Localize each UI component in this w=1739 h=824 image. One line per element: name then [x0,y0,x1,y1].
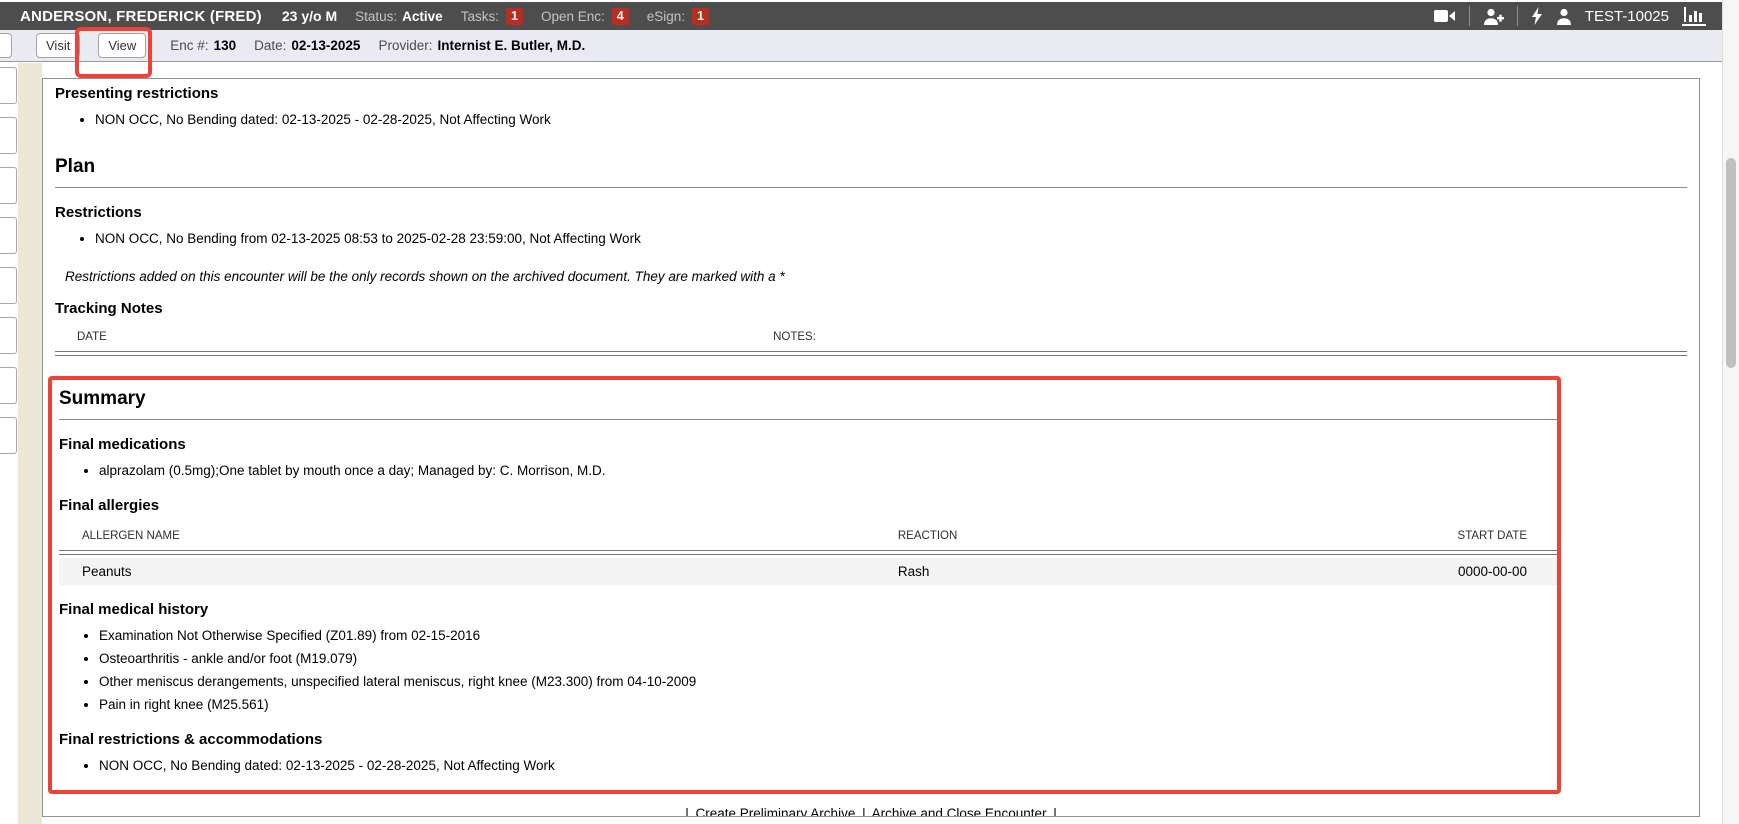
final-restrictions-heading: Final restrictions & accommodations [59,731,1557,748]
double-rule [59,550,1557,555]
separator: | [685,806,689,817]
separator: | [1053,806,1057,817]
separator: | [862,806,866,817]
list-item: Other meniscus derangements, unspecified… [99,671,1557,692]
final-medical-history-list: Examination Not Otherwise Specified (Z01… [59,625,1557,715]
user-id[interactable]: TEST-10025 [1585,8,1669,25]
video-camera-icon[interactable] [1434,8,1456,24]
tasks-count-badge[interactable]: 1 [506,8,523,25]
tab-stub[interactable] [0,67,17,104]
tracking-notes-header-row: DATE NOTES: [55,331,1687,351]
vertical-scrollbar[interactable] [1722,0,1739,824]
tab-stub[interactable] [0,117,17,154]
lightning-icon[interactable] [1531,7,1543,25]
provider-value: Internist E. Butler, M.D. [437,38,585,53]
esign-count-badge[interactable]: 1 [692,8,709,25]
patient-age-sex: 23 y/o M [282,8,337,24]
esign-label: eSign: [647,9,685,24]
tasks-label: Tasks: [461,9,499,24]
plan-heading: Plan [55,156,1687,188]
list-item: Pain in right knee (M25.561) [99,694,1557,715]
allergen-name-cell: Peanuts [59,564,898,579]
left-tab-stubs [0,63,18,824]
patient-name: ANDERSON, FREDERICK (FRED) [20,8,262,25]
list-item: NON OCC, No Bending dated: 02-13-2025 - … [95,109,1687,130]
list-item: Examination Not Otherwise Specified (Z01… [99,625,1557,646]
final-restrictions-list: NON OCC, No Bending dated: 02-13-2025 - … [59,755,1557,776]
restrictions-list: NON OCC, No Bending from 02-13-2025 08:5… [55,228,1687,249]
divider [1469,6,1470,26]
enc-number-value: 130 [214,38,237,53]
double-rule [55,351,1687,356]
final-medications-heading: Final medications [59,436,1557,453]
provider-label: Provider: [378,38,432,53]
status-value: Active [402,9,443,24]
encounter-toolbar: Visit View Enc #: 130 Date: 02-13-2025 P… [0,30,1722,62]
final-medical-history-heading: Final medical history [59,601,1557,618]
start-date-column: START DATE [1387,530,1557,542]
scrollbar-thumb[interactable] [1726,158,1736,368]
encounter-document: Presenting restrictions NON OCC, No Bend… [42,78,1700,817]
date-value: 02-13-2025 [291,38,360,53]
patient-header-bar: ANDERSON, FREDERICK (FRED) 23 y/o M Stat… [0,2,1722,30]
view-button[interactable]: View [98,33,146,58]
reaction-cell: Rash [898,564,1387,579]
left-margin-strip [18,63,42,824]
create-preliminary-archive-link[interactable]: Create Preliminary Archive [696,806,856,817]
archive-and-close-encounter-link[interactable]: Archive and Close Encounter [872,806,1047,817]
tab-stub-button[interactable] [0,33,12,58]
status-label: Status: [355,9,397,24]
list-item: alprazolam (0.5mg);One tablet by mouth o… [99,460,1557,481]
reaction-column: REACTION [898,530,1387,542]
start-date-cell: 0000-00-00 [1387,564,1557,579]
add-person-icon[interactable] [1483,8,1504,25]
enc-number-label: Enc #: [170,38,208,53]
open-enc-count-badge[interactable]: 4 [612,8,629,25]
date-label: Date: [254,38,286,53]
person-icon[interactable] [1556,8,1572,25]
tab-stub[interactable] [0,217,17,254]
open-enc-label: Open Enc: [541,9,605,24]
summary-heading: Summary [59,388,1557,420]
tab-stub[interactable] [0,417,17,454]
tab-stub[interactable] [0,367,17,404]
visit-button[interactable]: Visit [36,33,80,58]
workspace: Presenting restrictions NON OCC, No Bend… [0,63,1722,824]
final-allergies-heading: Final allergies [59,497,1557,514]
tracking-notes-column: NOTES: [773,331,816,343]
list-item: NON OCC, No Bending dated: 02-13-2025 - … [99,755,1557,776]
tab-stub[interactable] [0,317,17,354]
presenting-restrictions-heading: Presenting restrictions [55,85,1687,102]
header-actions-group: TEST-10025 [1434,6,1722,26]
encounter-info: Enc #: 130 Date: 02-13-2025 Provider: In… [170,38,585,53]
list-item: NON OCC, No Bending from 02-13-2025 08:5… [95,228,1687,249]
right-margin-strip [1700,63,1722,824]
tab-stub[interactable] [0,267,17,304]
summary-highlight-annotation: Summary Final medications alprazolam (0.… [48,376,1561,794]
bar-chart-icon[interactable] [1682,7,1706,26]
allergies-header-row: ALLERGEN NAME REACTION START DATE [59,530,1557,550]
patient-summary-group: ANDERSON, FREDERICK (FRED) 23 y/o M Stat… [0,8,709,25]
final-medications-list: alprazolam (0.5mg);One tablet by mouth o… [59,460,1557,481]
restrictions-heading: Restrictions [55,204,1687,221]
tab-stub[interactable] [0,167,17,204]
allergen-name-column: ALLERGEN NAME [59,530,898,542]
tracking-notes-heading: Tracking Notes [55,300,1687,317]
restrictions-note: Restrictions added on this encounter wil… [65,269,1687,284]
table-row: Peanuts Rash 0000-00-00 [59,558,1557,585]
divider [1517,6,1518,26]
list-item: Osteoarthritis - ankle and/or foot (M19.… [99,648,1557,669]
tracking-date-column: DATE [77,331,107,343]
presenting-restrictions-list: NON OCC, No Bending dated: 02-13-2025 - … [55,109,1687,130]
archive-actions: | Create Preliminary Archive | Archive a… [55,806,1687,817]
